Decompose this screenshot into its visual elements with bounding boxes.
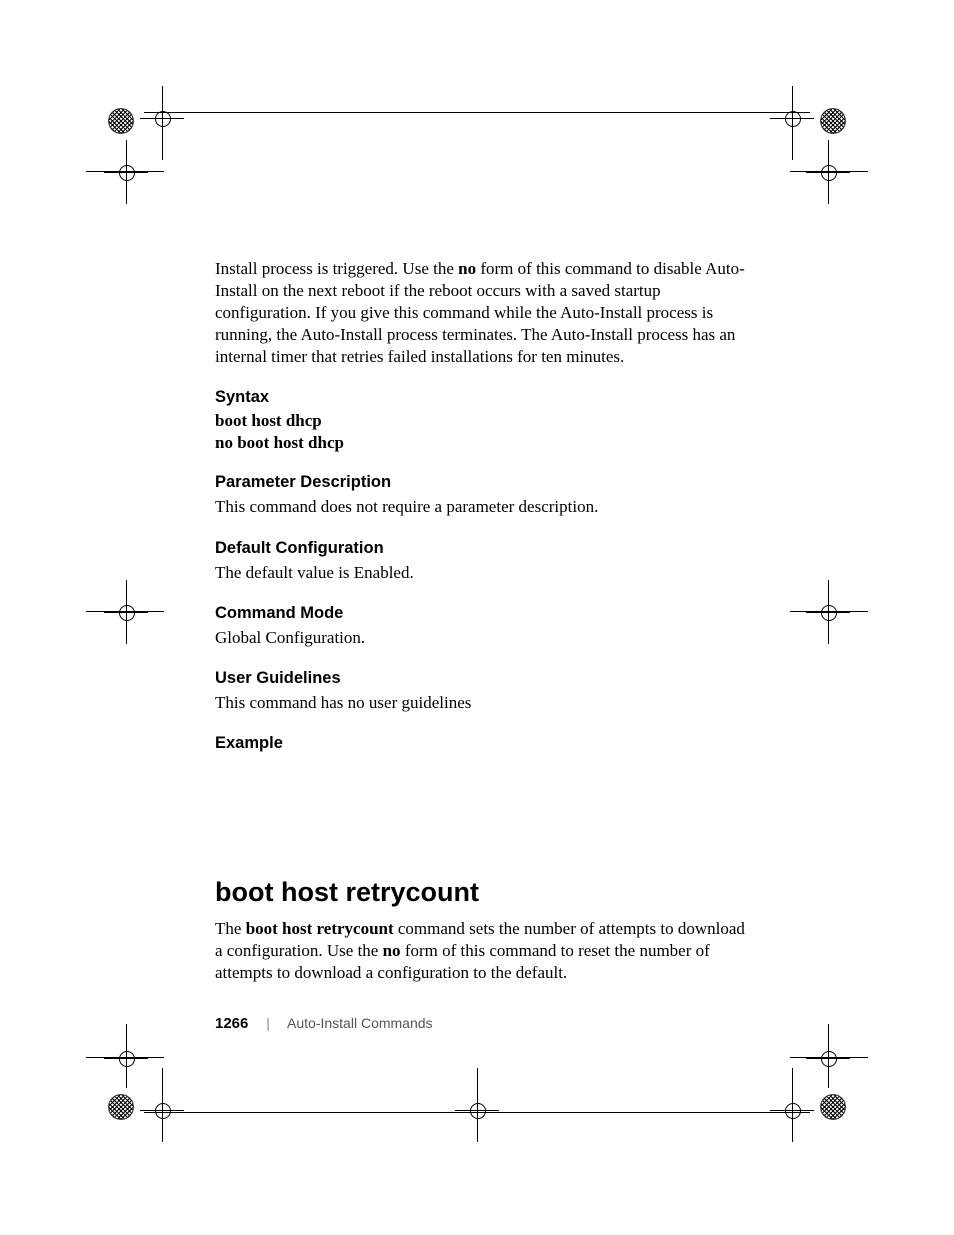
next-body-bold-no: no [383, 941, 401, 960]
command-title: boot host retrycount [215, 877, 755, 908]
syntax-line-1: boot host dhcp [215, 411, 755, 431]
heading-user-guidelines: User Guidelines [215, 669, 755, 688]
heading-syntax: Syntax [215, 388, 755, 407]
intro-paragraph: Install process is triggered. Use the no… [215, 258, 755, 368]
intro-bold-no: no [458, 259, 476, 278]
next-body-bold-cmd: boot host retrycount [246, 919, 394, 938]
footer-section: Auto-Install Commands [287, 1015, 433, 1031]
crop-mark-bl-cross2 [148, 1096, 176, 1124]
user-guidelines-body: This command has no user guidelines [215, 692, 755, 714]
next-command-body: The boot host retrycount command sets th… [215, 918, 755, 984]
crop-mark-tr-cross1 [778, 104, 806, 132]
intro-text-1: Install process is triggered. Use the [215, 259, 458, 278]
crop-mark-bl-cross1 [112, 1044, 140, 1072]
crop-mark-tl-cross2 [112, 158, 140, 186]
crop-mark-br-cross2 [778, 1096, 806, 1124]
crop-mark-right-mid [814, 598, 842, 626]
default-configuration-body: The default value is Enabled. [215, 562, 755, 584]
crop-mark-br-cross1 [814, 1044, 842, 1072]
crop-mark-tl-hatched [108, 108, 134, 134]
crop-mark-tl-cross1 [148, 104, 176, 132]
page-footer: 1266 | Auto-Install Commands [215, 1015, 433, 1032]
crop-mark-bottom-mid [463, 1096, 491, 1124]
heading-example: Example [215, 734, 755, 753]
crop-mark-br-hatched [820, 1094, 846, 1120]
page-content: Install process is triggered. Use the no… [215, 258, 755, 996]
crop-mark-tr-cross2 [814, 158, 842, 186]
heading-default-configuration: Default Configuration [215, 539, 755, 558]
syntax-line-2: no boot host dhcp [215, 433, 755, 453]
page-number: 1266 [215, 1015, 248, 1032]
command-mode-body: Global Configuration. [215, 627, 755, 649]
crop-mark-tr-hatched [820, 108, 846, 134]
footer-divider: | [266, 1015, 270, 1031]
heading-command-mode: Command Mode [215, 604, 755, 623]
crop-mark-left-mid [112, 598, 140, 626]
next-body-1: The [215, 919, 246, 938]
parameter-description-body: This command does not require a paramete… [215, 496, 755, 518]
heading-parameter-description: Parameter Description [215, 473, 755, 492]
crop-mark-bl-hatched [108, 1094, 134, 1120]
